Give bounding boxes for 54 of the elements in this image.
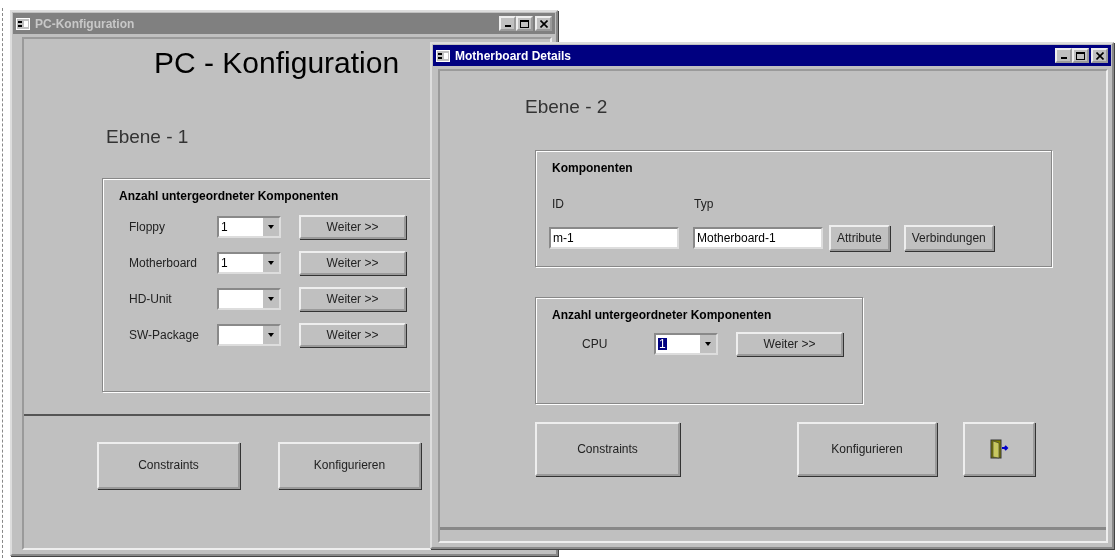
caret-icon: [263, 253, 279, 272]
door-arrow-icon: [988, 437, 1010, 460]
form-icon: [16, 17, 30, 30]
group-title: Anzahl untergeordneter Komponenten: [119, 187, 340, 205]
minimize-icon: [504, 25, 511, 27]
field-label: SW-Package: [129, 326, 200, 344]
field-label: Floppy: [129, 218, 167, 236]
dropdown-field[interactable]: [217, 287, 281, 310]
close-icon: [539, 19, 548, 28]
field-label: ID: [552, 195, 565, 213]
action-button[interactable]: Attribute: [829, 224, 890, 251]
form-icon: [436, 49, 450, 62]
action-button[interactable]: Verbindungen: [903, 224, 994, 251]
minimize-button[interactable]: [1055, 48, 1072, 63]
field-label: CPU: [582, 335, 609, 353]
minimize-button[interactable]: [499, 16, 516, 31]
text-field[interactable]: Motherboard-1: [693, 226, 823, 249]
maximize-icon: [1076, 51, 1085, 60]
next-button[interactable]: Weiter >>: [299, 250, 406, 275]
close-button[interactable]: [1091, 48, 1108, 63]
level-label: Ebene - 1: [106, 125, 190, 149]
caret-icon: [263, 217, 279, 236]
next-button[interactable]: Weiter >>: [299, 214, 406, 239]
close-button[interactable]: [535, 16, 552, 31]
maximize-icon: [520, 19, 529, 28]
action-button[interactable]: Konfigurieren: [797, 421, 937, 476]
next-button[interactable]: Weiter >>: [299, 286, 406, 311]
minimize-icon: [1060, 57, 1067, 59]
dropdown-field[interactable]: 1: [217, 251, 281, 274]
maximize-button[interactable]: [516, 16, 533, 31]
next-button[interactable]: Weiter >>: [736, 331, 843, 356]
group-title: Anzahl untergeordneter Komponenten: [552, 306, 773, 324]
caret-icon: [700, 334, 716, 353]
action-button[interactable]: Constraints: [535, 421, 680, 476]
text-field[interactable]: m-1: [549, 226, 679, 249]
field-label: Typ: [694, 195, 715, 213]
action-button[interactable]: Konfigurieren: [278, 441, 421, 489]
next-button[interactable]: Weiter >>: [299, 322, 406, 347]
caret-icon: [263, 289, 279, 308]
exit-button[interactable]: [963, 421, 1035, 476]
close-icon: [1095, 51, 1104, 60]
window-title: PC-Konfiguration: [35, 15, 136, 33]
field-label: HD-Unit: [129, 290, 173, 308]
maximize-button[interactable]: [1072, 48, 1089, 63]
dropdown-field[interactable]: [217, 323, 281, 346]
level-label: Ebene - 2: [525, 95, 609, 119]
action-button[interactable]: Constraints: [97, 441, 240, 489]
window-title: Motherboard Details: [455, 47, 572, 65]
form-heading: PC - Konfiguration: [154, 45, 400, 81]
field-label: Motherboard: [129, 254, 199, 272]
dropdown-field[interactable]: 1: [217, 215, 281, 238]
dropdown-field[interactable]: 1: [654, 332, 718, 355]
caret-icon: [263, 325, 279, 344]
group-title: Komponenten: [552, 159, 634, 177]
